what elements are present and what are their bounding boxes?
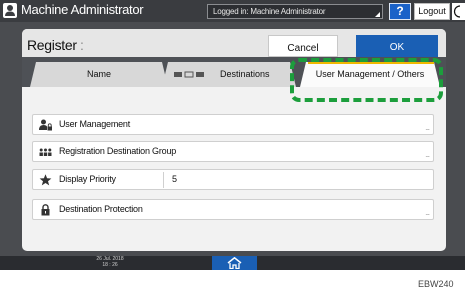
row-divider [163, 172, 164, 188]
figure-code: EBW240 [418, 279, 454, 289]
row-user-management[interactable]: User Management .... [32, 114, 434, 135]
ok-button[interactable]: OK [356, 35, 438, 57]
home-icon [227, 257, 242, 269]
login-status-label: Logged in: Machine Administrator [213, 7, 326, 16]
group-icon [39, 148, 52, 156]
callout-highlight [290, 58, 443, 102]
title-colon: : [80, 37, 84, 53]
logout-button[interactable]: Logout [414, 3, 450, 20]
row-registration-destination-group[interactable]: Registration Destination Group .... [32, 141, 434, 162]
moon-icon [453, 5, 461, 18]
tab-destinations-label: Destinations [220, 69, 270, 79]
home-button[interactable] [212, 256, 257, 270]
lock-icon [41, 204, 50, 216]
dropdown-corner-icon [375, 12, 380, 17]
login-status[interactable]: Logged in: Machine Administrator [207, 4, 383, 19]
destination-type-icons [174, 71, 204, 78]
row-label: User Management [59, 119, 131, 129]
tab-name-label: Name [86, 69, 111, 79]
cancel-button[interactable]: Cancel [268, 35, 338, 57]
row-destination-protection[interactable]: Destination Protection .... [32, 199, 434, 220]
row-label: Registration Destination Group [59, 146, 177, 156]
page-title: Register [27, 37, 77, 53]
time-label: 18 : 26 [102, 262, 118, 268]
date-time: 26 Jul. 2018 18 : 26 [95, 256, 125, 268]
screen: Machine Administrator Logged in: Machine… [0, 0, 465, 270]
user-lock-icon [39, 119, 52, 131]
top-bar: Machine Administrator Logged in: Machine… [0, 0, 465, 22]
row-label: Display Priority [59, 174, 116, 184]
priority-value: 5 [172, 174, 178, 184]
star-icon [39, 174, 52, 186]
app-title: Machine Administrator [21, 2, 144, 17]
row-label: Destination Protection [59, 204, 143, 214]
register-header: Register : Cancel OK [22, 29, 446, 57]
tab-name[interactable]: Name [30, 62, 168, 87]
more-indicator: .... [425, 152, 430, 159]
help-button[interactable]: ? [389, 3, 411, 20]
energy-saver-button[interactable] [452, 3, 465, 20]
more-indicator: .... [425, 125, 430, 132]
more-indicator: .... [425, 210, 430, 217]
user-icon [3, 3, 17, 18]
tab-destinations[interactable]: Destinations [162, 62, 296, 87]
row-display-priority[interactable]: Display Priority 5 [32, 169, 434, 190]
